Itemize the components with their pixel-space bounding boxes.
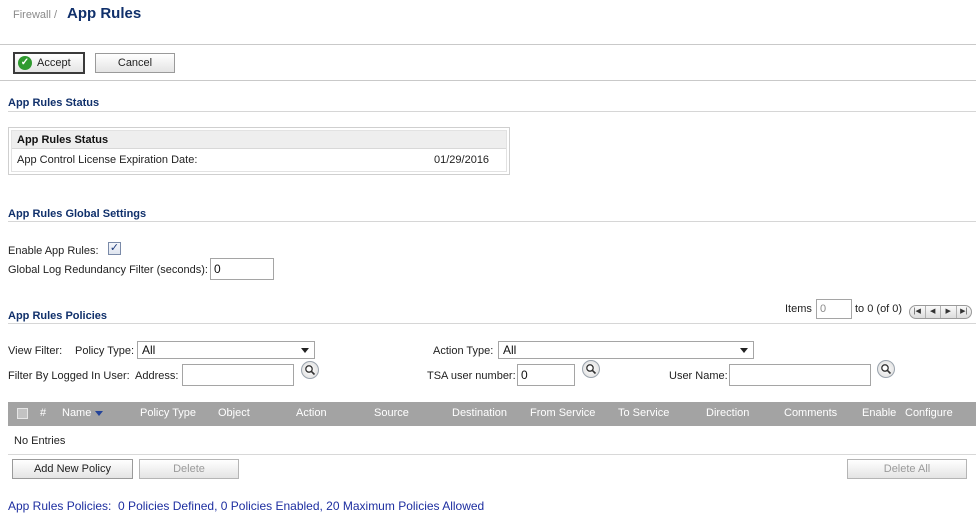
action-type-label: Action Type: [433, 345, 494, 357]
global-settings-heading: App Rules Global Settings [8, 208, 147, 220]
page-title: App Rules [67, 5, 142, 22]
tsa-user-label: TSA user number: [427, 370, 516, 382]
accept-button[interactable]: ✓ Accept [13, 52, 85, 74]
chevron-down-icon [301, 348, 309, 353]
license-row: App Control License Expiration Date: 01/… [12, 149, 506, 171]
select-all-checkbox[interactable] [17, 408, 28, 419]
column-destination: Destination [452, 407, 508, 419]
toolbar-divider [0, 80, 976, 81]
address-label: Address: [135, 370, 179, 382]
column-name-label: Name [62, 407, 92, 419]
pager: |◀ ◀ ▶ ▶| [909, 305, 972, 319]
table-divider [8, 454, 976, 455]
view-filter-label: View Filter: [8, 345, 63, 357]
sort-descending-icon [95, 410, 104, 416]
items-range: to 0 (of 0) [855, 303, 903, 315]
cancel-button[interactable]: Cancel [95, 53, 175, 73]
action-type-select[interactable]: All [498, 341, 754, 359]
empty-table-message: No Entries [14, 435, 66, 447]
section-divider [8, 323, 976, 324]
address-input[interactable] [182, 364, 294, 386]
column-source: Source [374, 407, 409, 419]
license-value: 01/29/2016 [434, 154, 490, 166]
status-box-title: App Rules Status [12, 131, 506, 149]
column-name[interactable]: Name [62, 407, 104, 419]
policy-type-label: Policy Type: [75, 345, 135, 357]
column-direction: Direction [706, 407, 750, 419]
enable-app-rules-checkbox[interactable]: ✓ [108, 242, 121, 255]
section-divider [8, 111, 976, 112]
user-name-label: User Name: [669, 370, 728, 382]
delete-all-button[interactable]: Delete All [847, 459, 967, 479]
next-page-icon[interactable]: ▶ [941, 306, 957, 318]
column-configure: Configure [905, 407, 953, 419]
chevron-down-icon [740, 348, 748, 353]
policy-type-select[interactable]: All [137, 341, 315, 359]
status-box: App Rules Status App Control License Exp… [8, 127, 510, 175]
column-policy-type: Policy Type [140, 407, 197, 419]
column-enable: Enable [862, 407, 897, 419]
section-divider [8, 221, 976, 222]
check-icon: ✓ [109, 242, 120, 254]
last-page-icon[interactable]: ▶| [957, 306, 972, 318]
column-to-service: To Service [618, 407, 670, 419]
policies-summary: App Rules Policies: 0 Policies Defined, … [8, 499, 485, 513]
enable-app-rules-label: Enable App Rules: [8, 245, 99, 257]
breadcrumb[interactable]: Firewall / [13, 9, 57, 21]
first-page-icon[interactable]: |◀ [910, 306, 926, 318]
header-divider [0, 44, 976, 45]
policies-table-header: # Name Policy Type Object Action Source … [8, 402, 976, 426]
checkmark-icon: ✓ [18, 56, 32, 70]
log-redundancy-input[interactable]: 0 [210, 258, 274, 280]
policies-heading: App Rules Policies [8, 310, 108, 322]
search-icon[interactable] [877, 360, 895, 378]
delete-button[interactable]: Delete [139, 459, 239, 479]
log-redundancy-label: Global Log Redundancy Filter (seconds): [8, 264, 208, 276]
accept-button-label: Accept [37, 57, 71, 69]
search-icon[interactable] [582, 360, 600, 378]
filter-logged-in-label: Filter By Logged In User: [8, 370, 130, 382]
column-action: Action [296, 407, 327, 419]
items-start-input[interactable]: 0 [816, 299, 852, 319]
tsa-user-input[interactable]: 0 [517, 364, 575, 386]
status-section-heading: App Rules Status [8, 97, 100, 109]
column-object: Object [218, 407, 250, 419]
column-comments: Comments [784, 407, 838, 419]
action-type-value: All [503, 343, 517, 357]
license-label: App Control License Expiration Date: [17, 154, 198, 166]
column-from-service: From Service [530, 407, 596, 419]
user-name-input[interactable] [729, 364, 871, 386]
prev-page-icon[interactable]: ◀ [926, 306, 941, 318]
column-number: # [40, 407, 47, 419]
policy-type-value: All [142, 343, 156, 357]
search-icon[interactable] [301, 361, 319, 379]
add-new-policy-button[interactable]: Add New Policy [12, 459, 133, 479]
items-label: Items [785, 303, 812, 315]
